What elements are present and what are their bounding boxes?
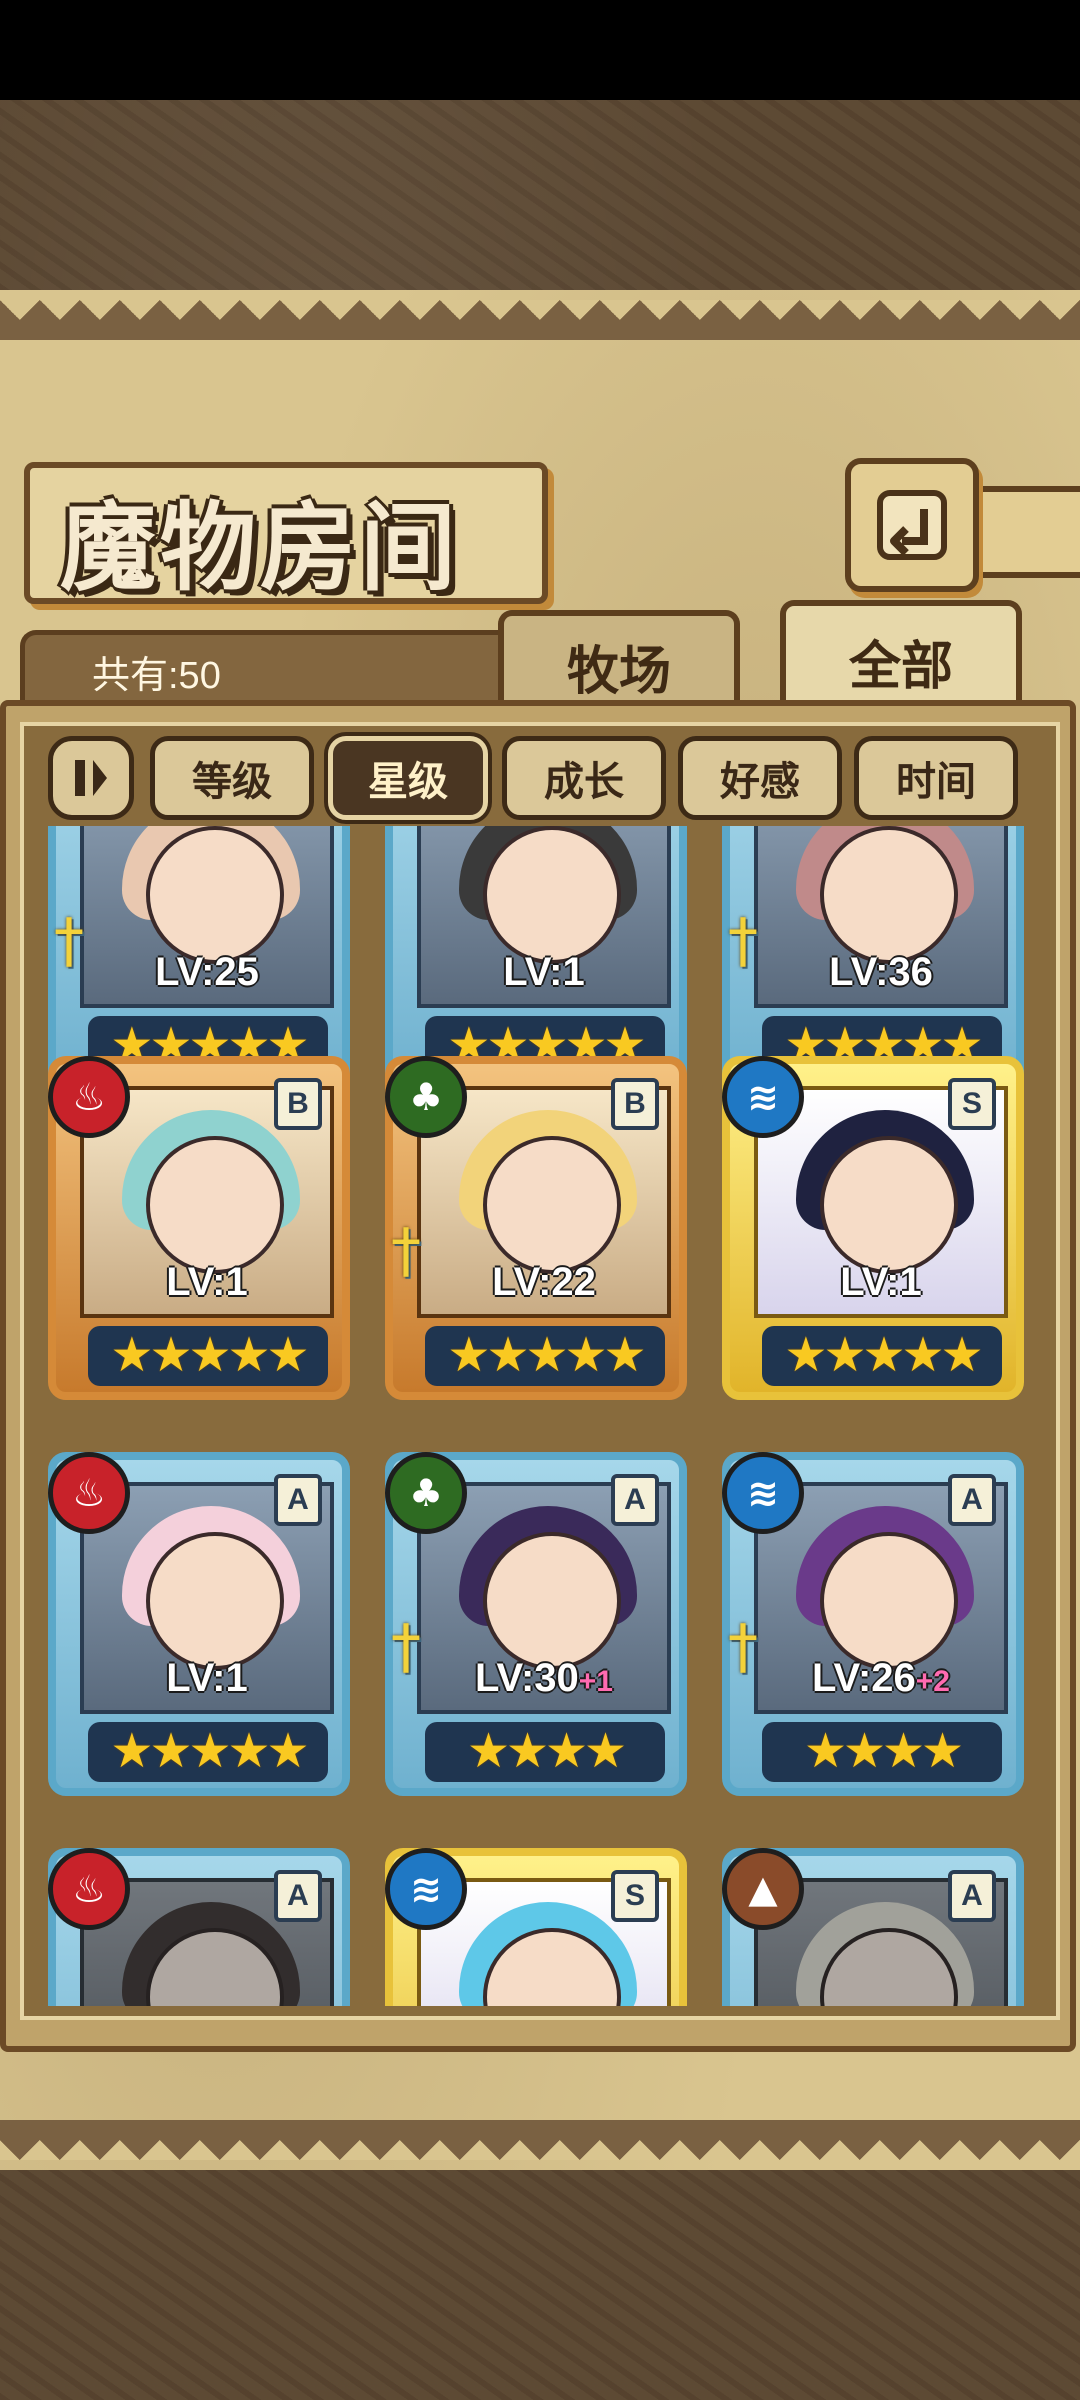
level-label: LV:26+2 xyxy=(812,1656,950,1700)
rank-badge: S xyxy=(948,1078,996,1130)
leaf-element-icon: ♣ xyxy=(385,1056,467,1138)
sort-stars-button[interactable]: 星级 xyxy=(328,736,488,820)
sort-level-button[interactable]: 等级 xyxy=(150,736,314,820)
fire-element-icon: ♨ xyxy=(48,1848,130,1930)
monster-face xyxy=(483,826,621,964)
fire-element-icon: ♨ xyxy=(48,1056,130,1138)
monster-face xyxy=(483,1136,621,1274)
star-rating: ★★★★★ xyxy=(425,1326,665,1386)
sort-time-button[interactable]: 时间 xyxy=(854,736,1018,820)
parchment-torn-edge-top xyxy=(0,300,1080,340)
sword-icon: † xyxy=(391,1612,421,1682)
monster-card[interactable]: 外出中... A ▲ xyxy=(722,1848,1040,2006)
monster-face xyxy=(146,826,284,964)
level-bonus: +2 xyxy=(915,1665,950,1698)
level-label: LV:36 xyxy=(829,950,933,994)
level-label: LV:1 xyxy=(166,1656,248,1700)
rank-badge: A xyxy=(948,1474,996,1526)
monster-face xyxy=(820,1136,958,1274)
rank-badge: B xyxy=(611,1078,659,1130)
level-label: LV:1 xyxy=(166,1260,248,1304)
level-bonus: +1 xyxy=(578,1665,613,1698)
level-label: LV:22 xyxy=(492,1260,596,1304)
level-label: LV:1 xyxy=(840,1260,922,1304)
tab-all[interactable]: 全部 xyxy=(780,600,1022,716)
return-arrow-icon xyxy=(877,490,947,560)
sort-affection-button[interactable]: 好感 xyxy=(678,736,842,820)
sword-icon: † xyxy=(728,1612,758,1682)
rank-badge: S xyxy=(611,1870,659,1922)
pause-toggle-icon xyxy=(75,760,107,796)
monster-card[interactable]: S ≋ xyxy=(385,1848,703,2006)
star-rating: ★★★★ xyxy=(762,1722,1002,1782)
monster-face xyxy=(820,826,958,964)
water-element-icon: ≋ xyxy=(722,1056,804,1138)
water-element-icon: ≋ xyxy=(722,1452,804,1534)
earth-element-icon: ▲ xyxy=(722,1848,804,1930)
sword-icon: † xyxy=(391,1216,421,1286)
rank-badge: A xyxy=(274,1474,322,1526)
water-element-icon: ≋ xyxy=(385,1848,467,1930)
monster-face xyxy=(146,1532,284,1670)
fire-element-icon: ♨ xyxy=(48,1452,130,1534)
monster-card[interactable]: B LV:1 ★★★★★ ♨ xyxy=(48,1056,366,1406)
monster-face xyxy=(820,1532,958,1670)
star-rating: ★★★★ xyxy=(425,1722,665,1782)
sort-growth-button[interactable]: 成长 xyxy=(502,736,666,820)
away-status-label: 外出中... xyxy=(84,2002,330,2006)
monster-face xyxy=(483,1532,621,1670)
monster-face xyxy=(146,1136,284,1274)
monster-card[interactable]: A LV:26+2 ★★★★ † ≋ xyxy=(722,1452,1040,1802)
monster-card[interactable]: S LV:1 ★★★★★ ≋ xyxy=(722,1056,1040,1406)
leaf-element-icon: ♣ xyxy=(385,1452,467,1534)
page-title: 魔物房间 xyxy=(60,491,460,604)
back-button[interactable] xyxy=(845,458,979,592)
level-label: LV:1 xyxy=(503,950,585,994)
star-rating: ★★★★★ xyxy=(762,1326,1002,1386)
monster-card[interactable]: A LV:30+1 ★★★★ † ♣ xyxy=(385,1452,703,1802)
sword-icon: † xyxy=(54,906,84,976)
sort-order-toggle[interactable] xyxy=(48,736,134,820)
monster-card[interactable]: A LV:1 ★★★★★ ♨ xyxy=(48,1452,366,1802)
parchment-torn-edge-bottom xyxy=(0,2120,1080,2160)
monster-count: 共有:50 xyxy=(92,655,221,697)
rank-badge: A xyxy=(274,1870,322,1922)
rank-badge: A xyxy=(948,1870,996,1922)
star-rating: ★★★★★ xyxy=(88,1722,328,1782)
rank-badge: B xyxy=(274,1078,322,1130)
level-label: LV:30+1 xyxy=(475,1656,613,1700)
away-status-label: 外出中... xyxy=(758,2002,1004,2006)
sword-icon: † xyxy=(728,906,758,976)
rank-badge: A xyxy=(611,1474,659,1526)
star-rating: ★★★★★ xyxy=(88,1326,328,1386)
monster-grid: LV:25 ★★★★★ † LV:1 ★★★★★ LV:36 ★★★★★ † B LV:1 ★★★★… xyxy=(30,826,1050,2006)
card-frame: LV:1 ★★★★★ xyxy=(385,826,687,1090)
monster-card[interactable]: 外出中... A ♨ xyxy=(48,1848,366,2006)
level-label: LV:25 xyxy=(155,950,259,994)
monster-card[interactable]: B LV:22 ★★★★★ † ♣ xyxy=(385,1056,703,1406)
